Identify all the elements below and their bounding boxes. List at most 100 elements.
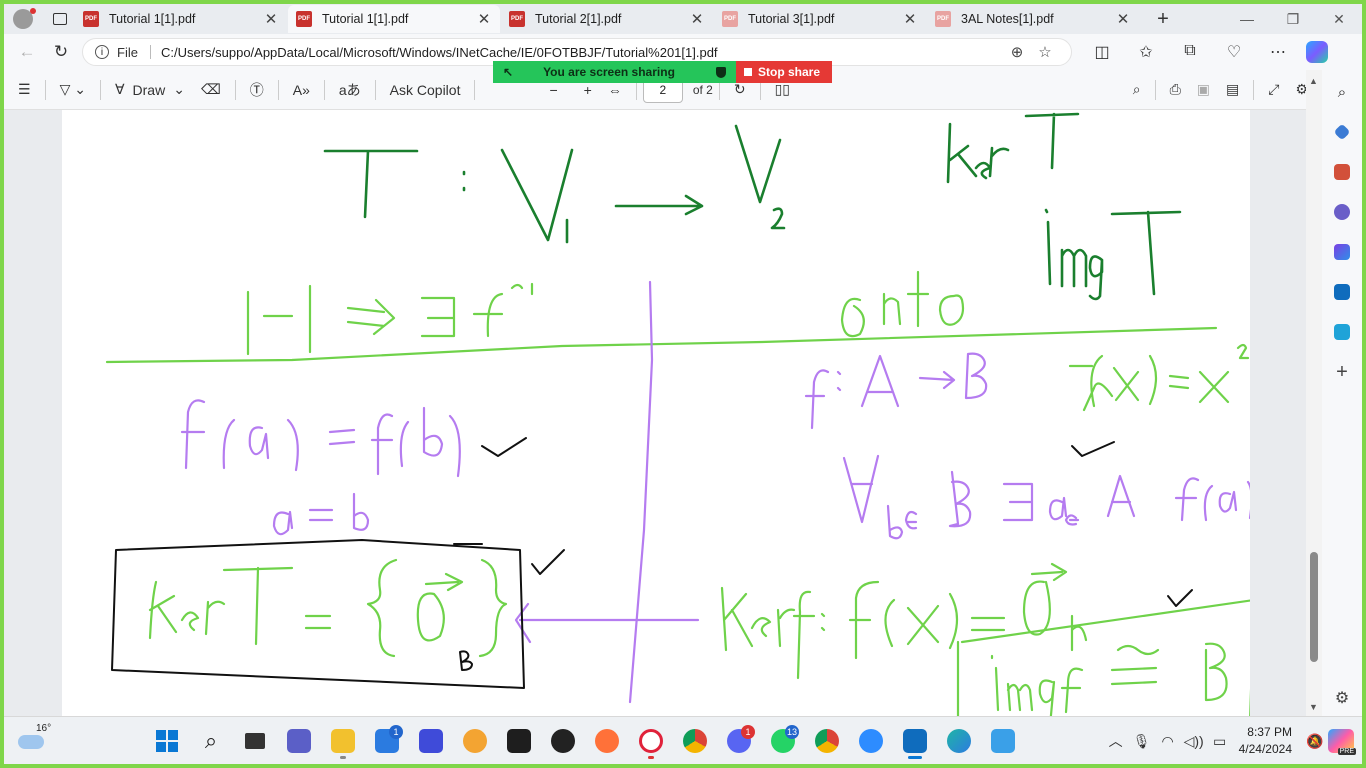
discord-icon[interactable]: 1 <box>717 721 761 761</box>
volume-icon[interactable]: ◁)) <box>1181 733 1207 750</box>
pdf-page[interactable] <box>62 110 1250 716</box>
favorite-star-icon[interactable]: ☆ <box>1031 43 1059 61</box>
tab-tutorial-3[interactable]: PDF Tutorial 3[1].pdf ✕ <box>714 5 926 33</box>
cloud-icon <box>18 735 44 749</box>
send-icon[interactable] <box>1330 320 1354 344</box>
profile-avatar[interactable] <box>10 8 36 30</box>
ink-arrow <box>614 194 704 216</box>
highlight-icon[interactable]: ▽ ⌄ <box>52 76 94 104</box>
outlook-icon[interactable] <box>1330 280 1354 304</box>
info-icon[interactable]: i <box>95 45 109 59</box>
copilot-icon[interactable] <box>1306 41 1328 63</box>
screen-share-banner: ↖ You are screen sharing Stop share <box>493 61 832 83</box>
zoom-icon[interactable]: ⊕ <box>1003 43 1031 61</box>
tab-tutorial-1-b[interactable]: PDF Tutorial 1[1].pdf ✕ <box>288 5 500 33</box>
close-tab-icon[interactable]: ✕ <box>689 10 705 28</box>
pdf-viewer[interactable] <box>4 110 1306 716</box>
close-tab-icon[interactable]: ✕ <box>1115 10 1131 28</box>
microsoft-365-icon[interactable] <box>1330 240 1354 264</box>
ink-ker-f <box>720 586 826 680</box>
add-icon[interactable]: + <box>1330 360 1354 384</box>
tools-briefcase-icon[interactable] <box>1330 160 1354 184</box>
minimize-icon[interactable]: — <box>1224 4 1270 34</box>
app-s-icon[interactable] <box>453 721 497 761</box>
clock[interactable]: 8:37 PM 4/24/2024 <box>1239 724 1292 758</box>
file-explorer-icon[interactable] <box>321 721 365 761</box>
chevron-up-icon[interactable]: ︿ <box>1103 731 1129 751</box>
chrome-profile-icon[interactable] <box>805 721 849 761</box>
copilot-pre-badge: PRE <box>1337 748 1356 755</box>
firefox-icon[interactable] <box>585 721 629 761</box>
sidebar-settings-icon[interactable]: ⚙ <box>1335 688 1349 708</box>
windows-start-icon[interactable] <box>145 721 189 761</box>
close-tab-icon[interactable]: ✕ <box>476 10 492 28</box>
new-tab-button[interactable]: + <box>1149 8 1177 31</box>
close-tab-icon[interactable]: ✕ <box>902 10 918 28</box>
shield-icon <box>716 66 726 78</box>
divider <box>277 79 279 100</box>
browser-essentials-icon[interactable]: ♡ <box>1212 42 1256 62</box>
read-aloud-icon[interactable]: A» <box>285 76 318 104</box>
split-screen-icon[interactable]: ◫ <box>1080 42 1124 62</box>
search-icon[interactable]: ⌕ <box>1125 76 1149 104</box>
wifi-icon[interactable]: ◠ <box>1155 733 1181 750</box>
close-window-icon[interactable]: ✕ <box>1316 4 1362 34</box>
zoom-icon[interactable] <box>849 721 893 761</box>
chrome-icon[interactable] <box>673 721 717 761</box>
print-icon[interactable]: ⎙ <box>1162 76 1189 104</box>
stop-icon <box>744 68 752 76</box>
battery-icon[interactable]: ▭ <box>1207 733 1233 750</box>
close-tab-icon[interactable]: ✕ <box>263 10 279 28</box>
collections-icon[interactable]: ⧉ <box>1168 42 1212 62</box>
opera-icon[interactable] <box>629 721 673 761</box>
whatsapp-icon[interactable]: 13 <box>761 721 805 761</box>
share-pin-icon[interactable]: ↖ <box>503 65 513 79</box>
back-button[interactable]: ← <box>10 37 44 67</box>
add-text-icon[interactable]: Ⓣ <box>242 76 272 104</box>
whatsapp-badge: 13 <box>784 725 799 739</box>
fullscreen-icon[interactable]: ⤢ <box>1260 76 1287 104</box>
teams-icon[interactable] <box>277 721 321 761</box>
scroll-up-icon[interactable]: ▲ <box>1309 76 1318 86</box>
microphone-icon[interactable]: 🎙 <box>1129 733 1155 750</box>
save-as-icon[interactable]: ▤ <box>1218 76 1247 104</box>
shopping-tag-icon[interactable] <box>1330 120 1354 144</box>
refresh-button[interactable]: ↻ <box>44 37 78 67</box>
scroll-thumb[interactable] <box>1310 552 1318 662</box>
scroll-down-icon[interactable]: ▼ <box>1309 702 1318 712</box>
ink-f-x-equals-zero-B <box>848 562 1088 660</box>
erase-icon[interactable]: ⌫ <box>193 76 229 104</box>
translate-icon[interactable]: aあ <box>331 76 369 104</box>
draw-button[interactable]: ∀ Draw ⌄ <box>107 76 193 104</box>
contents-icon[interactable]: ☰ <box>10 76 39 104</box>
copilot-taskbar-icon[interactable]: PRE <box>1328 729 1356 755</box>
weather-widget[interactable]: 16° <box>16 723 51 755</box>
favorites-icon[interactable]: ✩ <box>1124 42 1168 62</box>
games-icon[interactable] <box>1330 200 1354 224</box>
ink-f-x-squared <box>1068 343 1250 412</box>
notification-icon[interactable]: 🔕 <box>1302 733 1328 750</box>
task-view-icon[interactable] <box>233 721 277 761</box>
tab-3al-notes[interactable]: PDF 3AL Notes[1].pdf ✕ <box>927 5 1139 33</box>
url-text[interactable]: C:/Users/suppo/AppData/Local/Microsoft/W… <box>161 45 1003 60</box>
vertical-scrollbar[interactable]: ▲ ▼ <box>1306 70 1322 716</box>
tab-tutorial-2[interactable]: PDF Tutorial 2[1].pdf ✕ <box>501 5 713 33</box>
pdf-icon: PDF <box>83 11 99 27</box>
search-icon[interactable]: ⌕ <box>189 721 233 761</box>
draw-label: Draw <box>132 81 166 98</box>
search-icon[interactable]: ⌕ <box>1330 80 1354 104</box>
tab-tutorial-1-a[interactable]: PDF Tutorial 1[1].pdf ✕ <box>75 5 287 33</box>
github-icon[interactable] <box>541 721 585 761</box>
tab-actions-icon[interactable] <box>46 8 74 30</box>
figma-icon[interactable] <box>497 721 541 761</box>
edge-icon[interactable] <box>937 721 981 761</box>
save-icon[interactable]: ▣ <box>1189 76 1218 104</box>
more-menu-icon[interactable]: ⋯ <box>1256 42 1300 62</box>
store-icon[interactable]: 1 <box>365 721 409 761</box>
stop-share-button[interactable]: Stop share <box>736 61 832 83</box>
restore-icon[interactable]: ❐ <box>1270 4 1316 34</box>
outlook-icon[interactable] <box>893 721 937 761</box>
photos-icon[interactable] <box>981 721 1025 761</box>
ask-copilot-button[interactable]: Ask Copilot <box>382 76 469 104</box>
vscode-icon[interactable] <box>409 721 453 761</box>
